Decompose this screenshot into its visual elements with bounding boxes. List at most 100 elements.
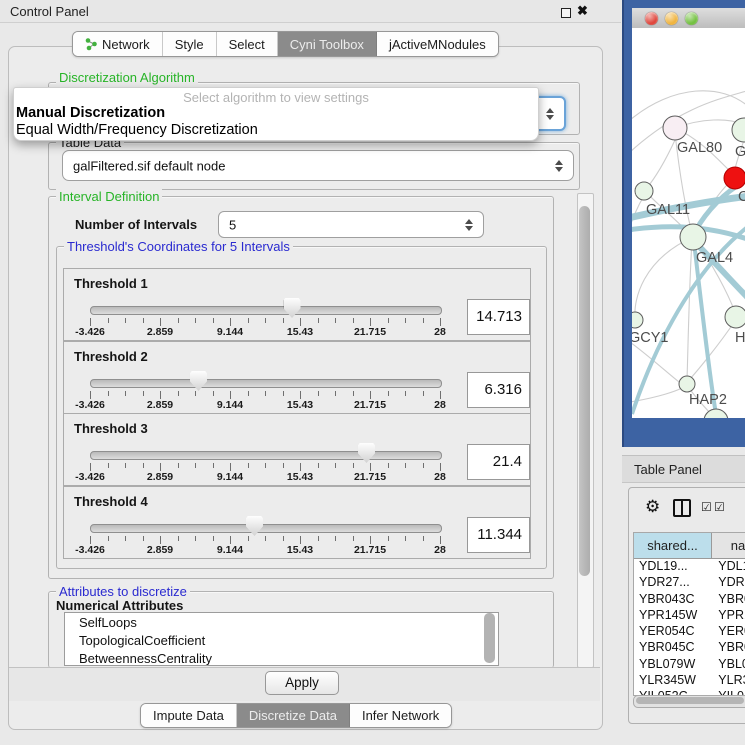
cell-name: YDR2 [712, 575, 745, 591]
attribute-item-topologicalcoefficient[interactable]: TopologicalCoefficient [65, 631, 498, 649]
slider-track[interactable] [90, 379, 442, 388]
slider-thumb[interactable] [190, 371, 207, 391]
slider-tick [178, 536, 179, 541]
slider-tick [300, 318, 301, 326]
table-data-combobox[interactable]: galFiltered.sif default node [62, 150, 574, 181]
float-window-icon[interactable] [561, 8, 571, 18]
column-header-shared[interactable]: shared... [634, 533, 712, 559]
threshold-label: Threshold 1 [74, 276, 148, 291]
network-node-c[interactable] [724, 167, 745, 189]
slider-tick [160, 463, 161, 471]
slider-track[interactable] [90, 524, 442, 533]
table-row[interactable]: YPR145WYPR1 [634, 608, 745, 624]
table-hscrollbar[interactable] [633, 695, 745, 708]
column-header-name[interactable]: na [712, 533, 745, 559]
tab-style[interactable]: Style [163, 32, 217, 56]
combo-arrows-icon [555, 160, 564, 172]
network-node-gal80[interactable] [663, 116, 687, 140]
slider-tick-label: 21.715 [343, 326, 397, 338]
tab-network[interactable]: Network [73, 32, 163, 56]
slider-thumb[interactable] [246, 516, 263, 536]
slider-track[interactable] [90, 306, 442, 315]
slider-thumb[interactable] [358, 443, 375, 463]
checkbox-icon[interactable]: ☑ [714, 500, 725, 514]
network-node-gal4[interactable] [680, 224, 706, 250]
slider-tick-label: 9.144 [203, 471, 257, 483]
numerical-attributes-list[interactable]: SelfLoopsTopologicalCoefficientBetweenne… [64, 612, 499, 666]
network-node-gal11[interactable] [635, 182, 653, 200]
slider-tick [318, 391, 319, 396]
tab-cyni-toolbox[interactable]: Cyni Toolbox [278, 32, 377, 56]
node-label: GAL80 [677, 140, 722, 156]
slider-tick [108, 536, 109, 541]
slider-tick [388, 391, 389, 396]
attribute-item-selfloops[interactable]: SelfLoops [65, 613, 498, 631]
columns-icon[interactable] [673, 499, 691, 517]
tab-infer-network[interactable]: Infer Network [350, 704, 451, 727]
network-canvas[interactable]: GAL80GACGAL11GAL4GCY1HHAP2 [632, 28, 745, 418]
slider-tick [353, 391, 354, 396]
close-icon[interactable]: ✖ [577, 3, 588, 19]
panel-scrollbar[interactable] [577, 193, 594, 668]
slider-tick [370, 318, 371, 326]
algorithm-option-equal-width-frequency-discretization[interactable]: Equal Width/Frequency Discretization [14, 122, 538, 139]
slider-tick [353, 536, 354, 541]
threshold-value-field[interactable]: 6.316 [467, 372, 530, 408]
slider-tick [423, 536, 424, 541]
threshold-value-field[interactable]: 14.713 [467, 299, 530, 335]
table-row[interactable]: YDL19...YDL1 [634, 559, 745, 575]
numerical-attributes-heading: Numerical Attributes [56, 598, 183, 613]
attribute-item-betweennesscentrality[interactable]: BetweennessCentrality [65, 649, 498, 666]
slider-tick [265, 318, 266, 323]
slider-tick-label: -3.426 [63, 544, 117, 556]
table-row[interactable]: YBL079WYBL0 [634, 657, 745, 673]
table-hscrollbar-thumb[interactable] [636, 697, 744, 704]
table-row[interactable]: YBR043CYBR0 [634, 592, 745, 608]
checkbox-icon[interactable]: ☑ [701, 500, 712, 514]
network-node-gcy1[interactable] [632, 312, 643, 328]
table-row[interactable]: YER054CYER0 [634, 624, 745, 640]
panel-scrollbar-thumb[interactable] [579, 206, 590, 576]
slider-tick [230, 463, 231, 471]
slider-tick [213, 463, 214, 468]
slider-tick [440, 536, 441, 544]
slider-tick [143, 391, 144, 396]
table-row[interactable]: YLR345WYLR3 [634, 673, 745, 689]
slider-tick [440, 391, 441, 399]
tab-discretize-data[interactable]: Discretize Data [237, 704, 350, 727]
slider-tick-label: 15.43 [273, 471, 327, 483]
threshold-value-field[interactable]: 21.4 [467, 444, 530, 480]
number-of-intervals-value: 5 [229, 217, 236, 232]
slider-tick [160, 536, 161, 544]
network-node-h[interactable] [725, 306, 745, 328]
attributes-group-label: Attributes to discretize [56, 584, 190, 599]
node-label: HAP2 [689, 392, 727, 408]
slider-tick [125, 463, 126, 468]
zoom-light[interactable] [685, 12, 698, 25]
minimize-light[interactable] [665, 12, 678, 25]
threshold-value-field[interactable]: 11.344 [467, 517, 530, 553]
close-light[interactable] [645, 12, 658, 25]
algorithm-option-manual-discretization[interactable]: Manual Discretization [14, 105, 538, 122]
slider-tick [195, 463, 196, 468]
attributes-scrollbar-thumb[interactable] [484, 613, 495, 663]
slider-thumb[interactable] [284, 298, 301, 318]
tab-label: Infer Network [362, 708, 439, 723]
slider-tick [143, 536, 144, 541]
node-label: GAL4 [696, 250, 733, 266]
slider-track[interactable] [90, 451, 442, 460]
network-node-hap2[interactable] [679, 376, 695, 392]
table-row[interactable]: YBR045CYBR0 [634, 640, 745, 656]
tab-impute-data[interactable]: Impute Data [141, 704, 237, 727]
slider-tick [370, 463, 371, 471]
slider-tick [423, 391, 424, 396]
tab-select[interactable]: Select [217, 32, 278, 56]
threshold-panel-4: Threshold 4-3.4262.8599.14415.4321.71528… [63, 486, 531, 559]
slider-tick [423, 318, 424, 323]
gear-icon[interactable]: ⚙ [645, 497, 660, 517]
table-row[interactable]: YDR27...YDR2 [634, 575, 745, 591]
apply-button[interactable]: Apply [265, 671, 339, 695]
slider-tick [248, 318, 249, 323]
tab-jactivemnodules[interactable]: jActiveMNodules [377, 32, 498, 56]
number-of-intervals-combobox[interactable]: 5 [218, 211, 484, 238]
